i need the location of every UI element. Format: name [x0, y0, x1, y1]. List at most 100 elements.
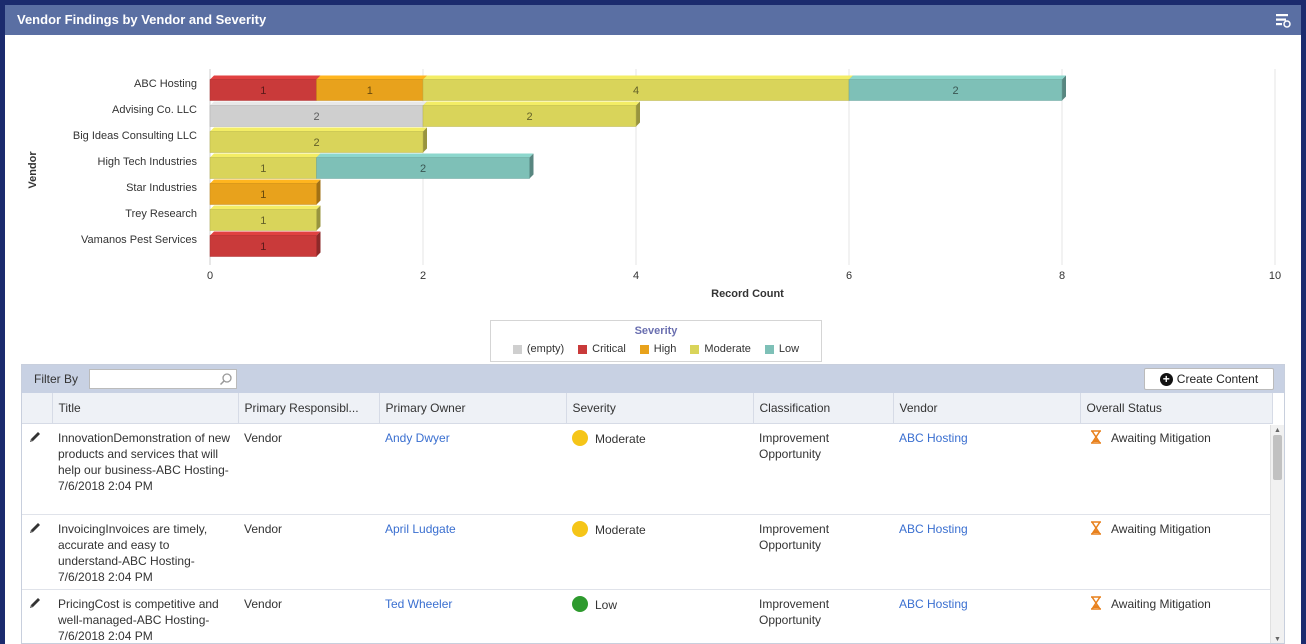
bar-value-label: 1 — [367, 85, 373, 97]
legend-label: Moderate — [704, 343, 751, 355]
pencil-icon[interactable] — [28, 430, 42, 444]
bar-segment-top — [210, 127, 427, 132]
severity-cell: Low — [566, 589, 753, 643]
pencil-icon[interactable] — [28, 521, 42, 535]
scrollbar-thumb[interactable] — [1273, 435, 1282, 480]
bar-segment-side — [316, 179, 321, 205]
widget-frame: Vendor Findings by Vendor and Severity 0… — [5, 5, 1301, 644]
bar-value-label: 2 — [313, 111, 319, 123]
severity-dot-icon — [572, 595, 588, 612]
edit-cell — [22, 514, 52, 590]
owner-link[interactable]: Ted Wheeler — [385, 597, 452, 611]
bar-value-label: 1 — [260, 241, 266, 253]
bar-segment-side — [529, 153, 534, 179]
column-header-title[interactable]: Title — [52, 393, 239, 424]
y-category-label: Star Industries — [126, 182, 197, 194]
grid-toolbar: Filter By + Create Content — [22, 365, 1284, 393]
severity-label: Moderate — [595, 431, 646, 446]
table-row[interactable]: PricingCost is competitive and well-mana… — [22, 589, 1272, 643]
legend-item[interactable]: Critical — [578, 343, 626, 355]
column-header-primary-responsibility[interactable]: Primary Responsibl... — [238, 393, 380, 424]
y-category-label: Big Ideas Consulting LLC — [73, 130, 197, 142]
severity-label: Moderate — [595, 522, 646, 537]
title-cell: InvoicingInvoices are timely, accurate a… — [52, 514, 238, 590]
x-tick-label: 0 — [207, 270, 213, 282]
vendor-link[interactable]: ABC Hosting — [899, 597, 968, 611]
edit-cell — [22, 423, 52, 515]
table-header-row: Title Primary Responsibl... Primary Owne… — [22, 393, 1273, 424]
filter-label: Filter By — [34, 372, 79, 386]
severity-dot-icon — [572, 429, 588, 446]
column-header-severity[interactable]: Severity — [566, 393, 754, 424]
bar-value-label: 2 — [526, 111, 532, 123]
widget-title-bar: Vendor Findings by Vendor and Severity — [5, 5, 1301, 35]
bar-segment-side — [423, 127, 427, 153]
legend-item[interactable]: (empty) — [512, 343, 564, 355]
legend-swatch — [639, 344, 649, 354]
settings-menu-icon[interactable] — [1275, 12, 1291, 28]
bar-segment-top — [210, 153, 321, 158]
legend-items: (empty) Critical High Moderate Low — [491, 343, 821, 355]
scroll-up-arrow-icon[interactable]: ▲ — [1274, 427, 1281, 434]
classification-cell: Improvement Opportunity — [753, 589, 893, 643]
table-scrollbar[interactable]: ▲ ▼ — [1270, 425, 1284, 643]
classification-cell: Improvement Opportunity — [753, 423, 893, 515]
hourglass-icon — [1091, 429, 1101, 444]
status-cell: Awaiting Mitigation — [1080, 589, 1272, 643]
legend-swatch — [764, 344, 774, 354]
plus-circle-icon: + — [1159, 372, 1173, 386]
chart-legend: Severity (empty) Critical High Moderate Low — [490, 320, 822, 362]
column-header-vendor[interactable]: Vendor — [893, 393, 1081, 424]
create-content-button[interactable]: + Create Content — [1144, 368, 1274, 390]
x-axis-title: Record Count — [711, 288, 784, 300]
vendor-severity-chart: 0 2 4 6 8 10 ABC Hosting 1 1 4 2 Advising Co. LLC 2 2… — [5, 35, 1301, 365]
x-tick-label: 8 — [1059, 270, 1065, 282]
legend-swatch — [512, 344, 522, 354]
y-category-label: High Tech Industries — [98, 156, 198, 168]
bar-segment-top — [316, 153, 534, 158]
bar-segment-side — [316, 231, 321, 257]
table-row[interactable]: InnovationDemonstration of new products … — [22, 423, 1272, 515]
owner-link[interactable]: Andy Dwyer — [385, 431, 450, 445]
legend-item[interactable]: Moderate — [690, 343, 751, 355]
bar-value-label: 2 — [313, 137, 319, 149]
responsibility-cell: Vendor — [238, 514, 379, 590]
search-icon[interactable] — [219, 372, 233, 386]
vendor-link[interactable]: ABC Hosting — [899, 522, 968, 536]
title-cell: InnovationDemonstration of new products … — [52, 423, 238, 515]
bar-segment-top — [423, 75, 853, 80]
pencil-icon[interactable] — [28, 596, 42, 610]
legend-swatch — [578, 344, 588, 354]
bar-value-label: 2 — [952, 85, 958, 97]
bar-segment-top — [210, 75, 321, 80]
hourglass-icon — [1091, 520, 1101, 535]
legend-label: Low — [778, 343, 800, 355]
bar-segment-top — [210, 231, 321, 236]
filter-input[interactable] — [89, 369, 237, 389]
status-cell: Awaiting Mitigation — [1080, 514, 1272, 590]
legend-item[interactable]: Low — [764, 343, 800, 355]
vendor-link[interactable]: ABC Hosting — [899, 431, 968, 445]
scroll-down-arrow-icon[interactable]: ▼ — [1274, 636, 1281, 643]
owner-link[interactable]: April Ludgate — [385, 522, 456, 536]
chart-canvas: 0 2 4 6 8 10 ABC Hosting 1 1 4 2 Advising Co. LLC 2 2… — [27, 69, 1281, 300]
column-header-overall-status[interactable]: Overall Status — [1080, 393, 1273, 424]
edit-cell — [22, 589, 52, 643]
y-axis-title: Vendor — [27, 151, 39, 189]
legend-item[interactable]: High — [639, 343, 676, 355]
bar-value-label: 1 — [260, 215, 266, 227]
bar-value-label: 1 — [260, 85, 266, 97]
bar-segment-side — [316, 205, 321, 231]
hourglass-icon — [1091, 595, 1101, 610]
x-tick-label: 10 — [1269, 270, 1281, 282]
column-header-primary-owner[interactable]: Primary Owner — [379, 393, 567, 424]
x-tick-label: 4 — [633, 270, 639, 282]
create-content-label: Create Content — [1176, 372, 1259, 386]
severity-cell: Moderate — [566, 514, 753, 590]
y-category-label: Vamanos Pest Services — [81, 234, 197, 246]
legend-label: Critical — [592, 343, 626, 355]
bar-value-label: 4 — [633, 85, 639, 97]
table-row[interactable]: InvoicingInvoices are timely, accurate a… — [22, 514, 1272, 590]
y-category-label: ABC Hosting — [134, 78, 197, 90]
column-header-classification[interactable]: Classification — [753, 393, 894, 424]
